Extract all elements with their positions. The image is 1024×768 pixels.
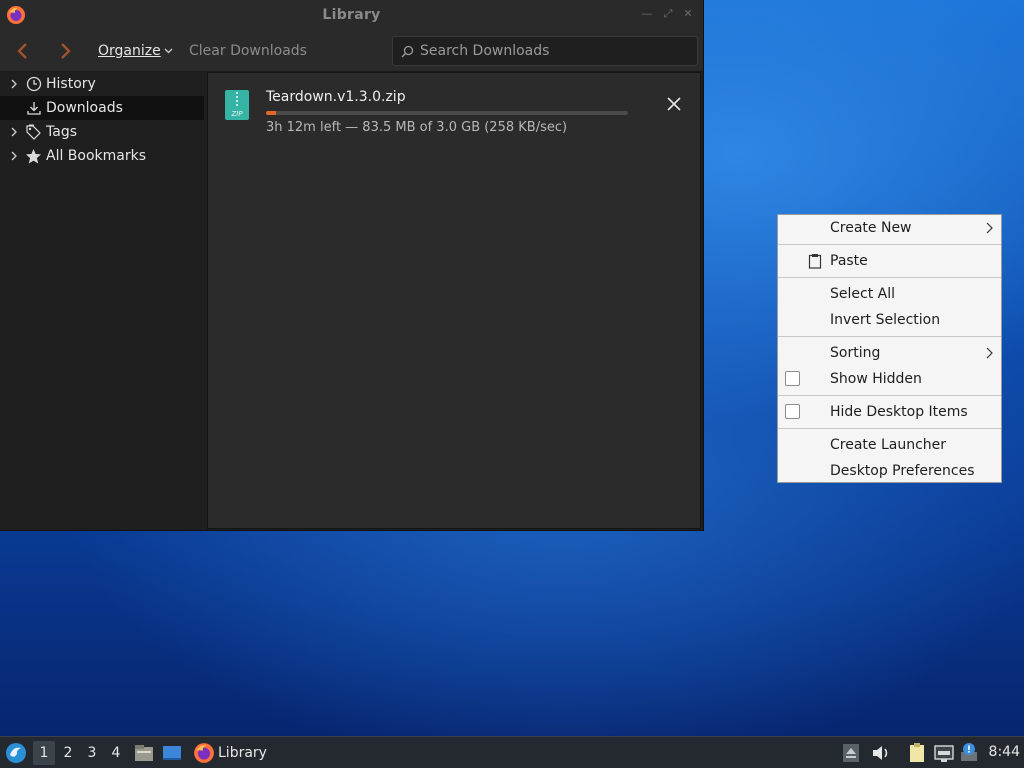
show-desktop-icon[interactable] xyxy=(161,742,183,764)
menu-item-create-new[interactable]: Create New xyxy=(778,215,1001,241)
clear-downloads-button[interactable]: Clear Downloads xyxy=(189,43,307,59)
firefox-icon xyxy=(7,6,25,24)
menu-item-label: Sorting xyxy=(830,345,881,361)
tags-icon xyxy=(25,124,42,141)
workspace-2[interactable]: 2 xyxy=(57,741,79,765)
workspace-4[interactable]: 4 xyxy=(105,741,127,765)
sidebar-item-label: Tags xyxy=(46,124,77,140)
search-box[interactable] xyxy=(392,36,698,66)
window-title: Library xyxy=(322,7,381,23)
menu-item-desktop-preferences[interactable]: Desktop Preferences xyxy=(778,458,1001,484)
library-window: Library — ⤢ ✕ Organize Clear Downloads H… xyxy=(0,0,704,531)
maximize-button[interactable]: ⤢ xyxy=(661,7,675,21)
sidebar-item-label: History xyxy=(46,76,96,92)
cancel-download-icon[interactable] xyxy=(665,95,683,113)
chevron-left-icon xyxy=(17,43,27,59)
menu-separator xyxy=(778,277,1001,278)
menu-separator xyxy=(778,428,1001,429)
download-icon xyxy=(25,100,42,117)
hide-desktop-items-checkbox[interactable] xyxy=(785,404,800,419)
search-icon xyxy=(401,45,414,57)
sidebar-item-label: Downloads xyxy=(46,100,123,116)
update-notifier-icon[interactable] xyxy=(959,742,981,764)
menu-separator xyxy=(778,336,1001,337)
menu-item-create-launcher[interactable]: Create Launcher xyxy=(778,432,1001,458)
download-status: 3h 12m left — 83.5 MB of 3.0 GB (258 KB/… xyxy=(266,120,568,135)
show-hidden-checkbox[interactable] xyxy=(785,371,800,386)
organize-label: Organize xyxy=(98,43,161,59)
desktop-context-menu: Create New Paste Select All Invert Selec… xyxy=(777,214,1002,483)
submenu-arrow-icon xyxy=(986,347,993,359)
zip-icon: ZIP xyxy=(225,90,249,120)
menu-separator xyxy=(778,244,1001,245)
organize-menu-button[interactable]: Organize xyxy=(98,43,173,59)
expand-arrow-icon[interactable] xyxy=(9,79,19,89)
chevron-down-icon xyxy=(164,48,173,54)
workspace-1[interactable]: 1 xyxy=(33,741,55,765)
sidebar-item-tags[interactable]: Tags xyxy=(0,120,204,144)
start-menu-icon[interactable] xyxy=(5,742,27,764)
menu-item-label: Hide Desktop Items xyxy=(830,404,968,420)
volume-icon[interactable] xyxy=(870,742,892,764)
sidebar-item-history[interactable]: History xyxy=(0,72,204,96)
library-sidebar: History Downloads Tags All Bookmarks xyxy=(0,72,204,530)
download-progress-bar xyxy=(266,111,628,115)
svg-text:ZIP: ZIP xyxy=(230,110,243,118)
clock[interactable]: 8:44 xyxy=(989,744,1020,760)
menu-item-show-hidden[interactable]: Show Hidden xyxy=(778,366,1001,392)
submenu-arrow-icon xyxy=(986,222,993,234)
eject-icon[interactable] xyxy=(842,743,860,763)
menu-item-label: Show Hidden xyxy=(830,371,922,387)
download-item[interactable]: ZIP Teardown.v1.3.0.zip 3h 12m left — 83… xyxy=(208,81,700,135)
sidebar-item-all-bookmarks[interactable]: All Bookmarks xyxy=(0,144,204,168)
expand-arrow-icon[interactable] xyxy=(9,127,19,137)
menu-item-sorting[interactable]: Sorting xyxy=(778,340,1001,366)
sidebar-item-downloads[interactable]: Downloads xyxy=(0,96,204,120)
menu-item-label: Create Launcher xyxy=(830,437,947,453)
taskbar: 1 2 3 4 Library 8:44 xyxy=(0,736,1024,768)
sidebar-item-label: All Bookmarks xyxy=(46,148,147,164)
download-filename: Teardown.v1.3.0.zip xyxy=(266,89,406,105)
clock-icon xyxy=(25,76,42,93)
library-toolbar: Organize Clear Downloads xyxy=(0,30,703,72)
minimize-button[interactable]: — xyxy=(640,7,654,20)
menu-item-label: Create New xyxy=(830,220,912,236)
menu-item-paste[interactable]: Paste xyxy=(778,248,1001,274)
network-icon[interactable] xyxy=(933,742,955,764)
back-button[interactable] xyxy=(9,38,35,64)
menu-item-label: Invert Selection xyxy=(830,312,941,328)
menu-item-invert-selection[interactable]: Invert Selection xyxy=(778,307,1001,333)
forward-button[interactable] xyxy=(53,38,79,64)
window-titlebar[interactable]: Library — ⤢ ✕ xyxy=(0,0,703,30)
expand-arrow-icon[interactable] xyxy=(9,151,19,161)
downloads-list: ZIP Teardown.v1.3.0.zip 3h 12m left — 83… xyxy=(207,72,701,529)
menu-separator xyxy=(778,395,1001,396)
library-body: History Downloads Tags All Bookmarks ZIP… xyxy=(0,72,703,530)
download-progress-fill xyxy=(266,111,276,115)
clipboard-tray-icon[interactable] xyxy=(906,742,928,764)
clipboard-icon xyxy=(808,254,822,269)
menu-item-label: Desktop Preferences xyxy=(830,463,975,479)
menu-item-select-all[interactable]: Select All xyxy=(778,281,1001,307)
workspace-3[interactable]: 3 xyxy=(81,741,103,765)
taskbar-task-library[interactable]: Library xyxy=(193,741,267,765)
star-icon xyxy=(25,148,42,165)
menu-item-label: Paste xyxy=(830,253,868,269)
menu-item-hide-desktop-items[interactable]: Hide Desktop Items xyxy=(778,399,1001,425)
close-window-button[interactable]: ✕ xyxy=(681,7,695,20)
search-input[interactable] xyxy=(420,43,680,59)
file-manager-icon[interactable] xyxy=(133,742,155,764)
menu-item-label: Select All xyxy=(830,286,895,302)
firefox-icon xyxy=(194,743,214,763)
task-label: Library xyxy=(218,745,267,761)
chevron-right-icon xyxy=(61,43,71,59)
